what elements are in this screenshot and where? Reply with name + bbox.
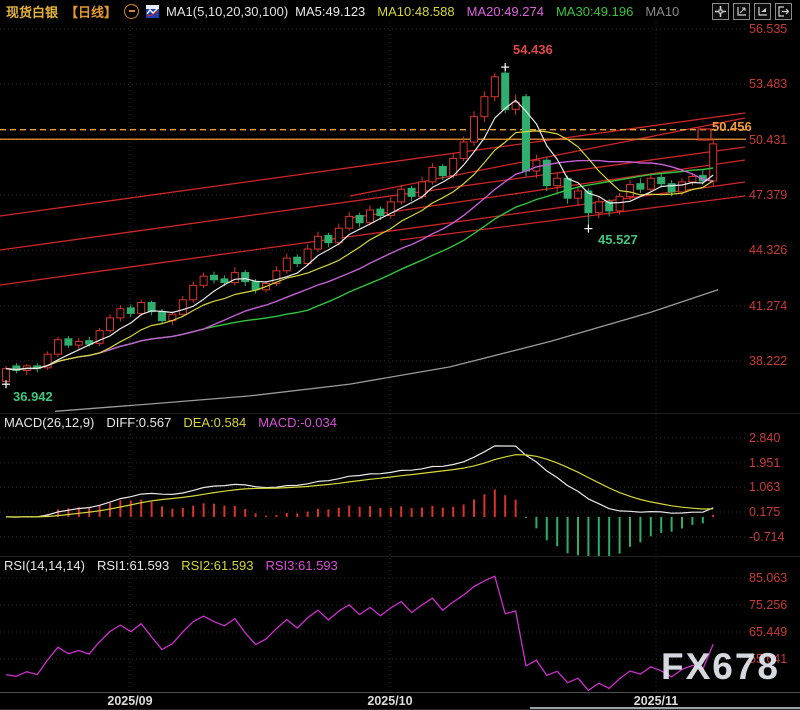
y-axis-label: 1.063 (749, 480, 780, 494)
rsi1-value: RSI1:61.593 (97, 558, 169, 574)
macd-header: MACD(26,12,9) DIFF:0.567 DEA:0.584 MACD:… (4, 415, 337, 431)
x-axis-line (0, 692, 800, 693)
y-axis-label: 44.326 (749, 243, 787, 257)
ma-value: MA10:48.588 (377, 4, 454, 19)
high-annotation: 54.436 (513, 42, 553, 57)
y-axis-label: 47.379 (749, 188, 787, 202)
crosshair-icon[interactable] (712, 3, 729, 20)
period-selector[interactable]: 【日线】 (65, 2, 117, 21)
rsi3-value: RSI3:61.593 (266, 558, 338, 574)
macd-dea-value: DEA:0.584 (183, 415, 246, 431)
minus-circle-icon[interactable] (124, 4, 139, 19)
rsi2-value: RSI2:61.593 (181, 558, 253, 574)
ma-value: MA20:49.274 (467, 4, 544, 19)
chart-canvas[interactable] (0, 0, 800, 710)
ma-values-group: MA5:49.123 MA10:48.588 MA20:49.274 MA30:49.… (295, 4, 679, 19)
x-axis-label: 2025/11 (621, 694, 691, 708)
y-axis-label: 85.063 (749, 571, 787, 585)
y-axis-label: 53.483 (749, 77, 787, 91)
panel-separator (0, 556, 800, 557)
ma-value: MA5:49.123 (295, 4, 365, 19)
y-axis-label: 56.535 (749, 22, 787, 36)
x-axis-label: 2025/09 (95, 694, 165, 708)
low-annotation: 45.527 (598, 232, 638, 247)
ma-settings-label: MA1(5,10,20,30,100) (166, 4, 288, 19)
play-axis-icon[interactable] (754, 3, 771, 20)
macd-title: MACD(26,12,9) (4, 415, 94, 431)
y-axis-label: 2.840 (749, 431, 780, 445)
y-axis-label: -0.714 (749, 530, 784, 544)
chart-type-icon[interactable] (146, 5, 159, 18)
chart-toolbar (712, 3, 792, 20)
y-axis-label: 65.449 (749, 625, 787, 639)
y-axis-label: 50.431 (749, 133, 787, 147)
zoom-axis-icon[interactable] (733, 3, 750, 20)
last-price-label: 50.456 (712, 119, 752, 134)
instrument-title: 现货白银 (6, 2, 58, 21)
y-axis-label: 41.274 (749, 299, 787, 313)
ma-value: MA10 (645, 4, 679, 19)
rsi-header: RSI(14,14,14) RSI1:61.593 RSI2:61.593 RS… (4, 558, 338, 574)
panel-separator (0, 413, 800, 414)
x-axis-label: 2025/10 (355, 694, 425, 708)
left-low-annotation: 36.942 (13, 389, 53, 404)
y-axis-label: 1.951 (749, 456, 780, 470)
macd-hist-value: MACD:-0.034 (258, 415, 337, 431)
rsi-title: RSI(14,14,14) (4, 558, 85, 574)
ma-value: MA30:49.196 (556, 4, 633, 19)
macd-diff-value: DIFF:0.567 (106, 415, 171, 431)
y-axis-label: 75.256 (749, 598, 787, 612)
trading-chart-app: 现货白银 【日线】 MA1(5,10,20,30,100) MA5:49.123… (0, 0, 800, 710)
chart-header: 现货白银 【日线】 MA1(5,10,20,30,100) MA5:49.123… (0, 0, 800, 22)
y-axis-label: 38.222 (749, 354, 787, 368)
watermark: FX678 (661, 646, 780, 688)
exit-fullscreen-icon[interactable] (775, 3, 792, 20)
y-axis-label: 0.175 (749, 505, 780, 519)
